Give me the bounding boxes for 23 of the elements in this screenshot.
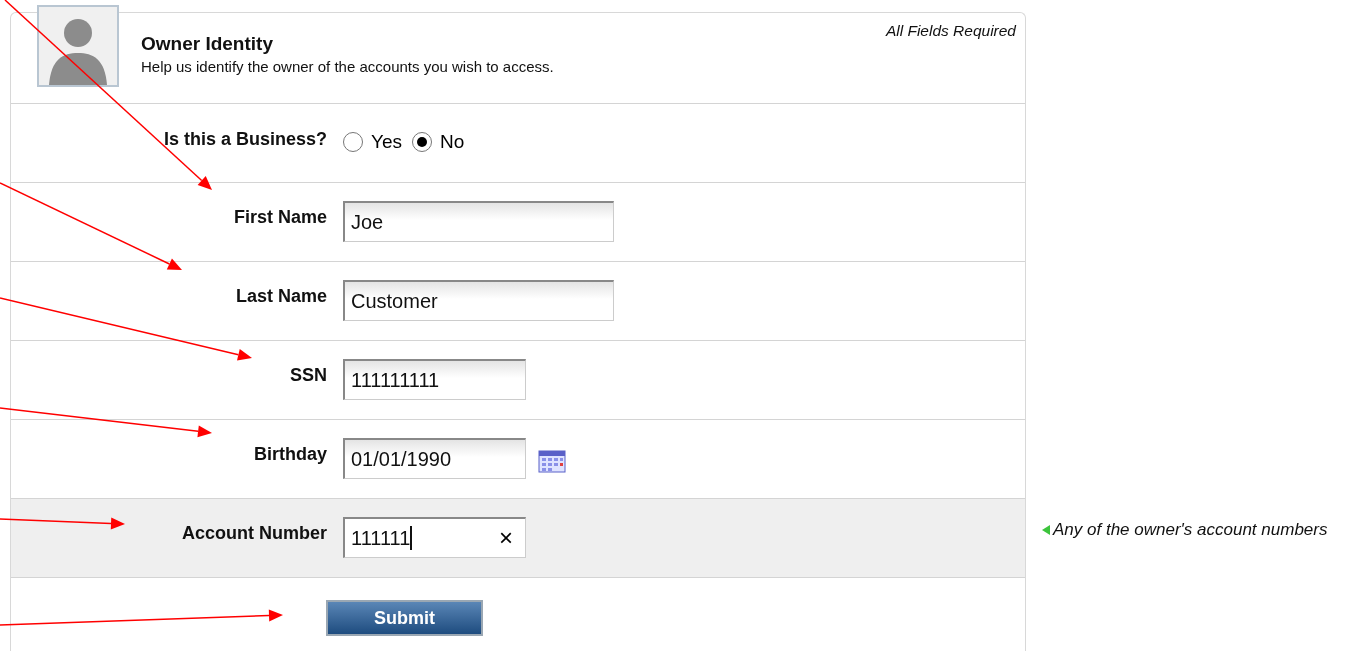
radio-button[interactable] bbox=[343, 132, 363, 153]
field-hint: Any of the owner's account numbers bbox=[1053, 519, 1328, 541]
section-title: Owner Identity bbox=[141, 33, 274, 56]
field-label: Birthday bbox=[254, 444, 327, 464]
radio-option[interactable]: Yes bbox=[343, 128, 402, 157]
input-field[interactable]: 01/01/1990 bbox=[343, 438, 526, 479]
pointer-icon bbox=[1042, 524, 1050, 535]
input-field[interactable]: Joe bbox=[343, 201, 614, 242]
radio-button[interactable] bbox=[412, 132, 432, 153]
calendar-icon[interactable] bbox=[538, 449, 566, 473]
field-label: Last Name bbox=[235, 286, 327, 306]
submit-button[interactable]: Submit bbox=[326, 600, 483, 636]
radio-option[interactable]: No bbox=[412, 128, 465, 157]
field-label: SSN bbox=[290, 365, 327, 385]
clear-button[interactable]: × bbox=[493, 526, 519, 550]
field-label: First Name bbox=[233, 207, 327, 227]
section-description: Help us identify the owner of the accounts you wish to access. bbox=[141, 56, 554, 77]
input-field[interactable]: Customer bbox=[343, 280, 614, 321]
required-note: All Fields Required bbox=[885, 21, 1016, 41]
input-field[interactable]: 111111111 bbox=[343, 359, 526, 400]
field-label: Account Number bbox=[182, 523, 327, 543]
input-field[interactable]: 111111 × bbox=[343, 517, 526, 558]
field-label: Is this a Business? bbox=[163, 129, 327, 149]
